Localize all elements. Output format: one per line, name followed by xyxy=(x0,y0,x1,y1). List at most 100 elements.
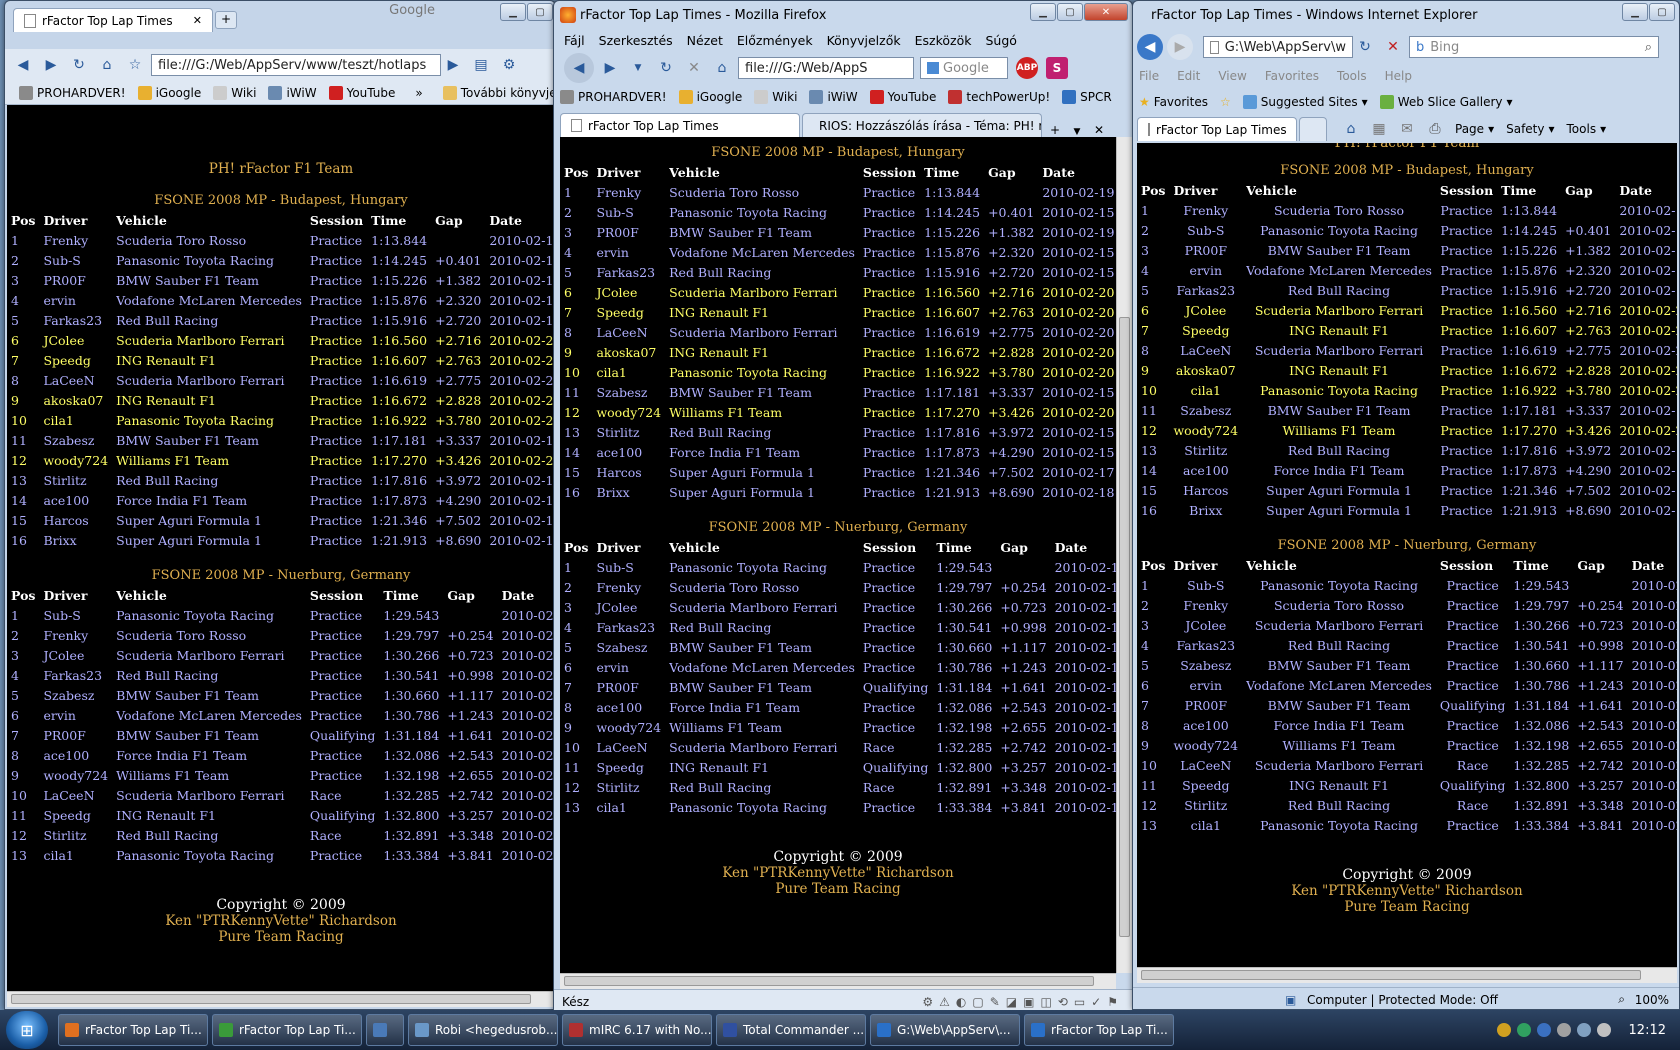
taskbar-button[interactable]: G:\Web\AppServ\... xyxy=(870,1014,1020,1046)
scroll-thumb[interactable] xyxy=(1119,317,1130,937)
taskbar-button[interactable]: rFactor Top Lap Ti... xyxy=(212,1014,362,1046)
tray-icon-4[interactable] xyxy=(1556,1023,1571,1037)
ie-new-tab[interactable] xyxy=(1299,117,1327,141)
menu-file[interactable]: Fájl xyxy=(564,33,585,48)
bookmark-prohardver[interactable]: PROHARDVER! xyxy=(19,85,126,100)
menu-view[interactable]: Nézet xyxy=(687,33,723,48)
firefox-address-bar[interactable]: file:///G:/Web/AppS xyxy=(738,57,914,79)
menu-file[interactable]: File xyxy=(1139,69,1159,83)
new-tab-plus-icon[interactable]: + xyxy=(1044,123,1066,137)
firefox-search-box[interactable]: Google xyxy=(920,57,1008,79)
network-icon[interactable] xyxy=(1576,1023,1591,1037)
maximize-button[interactable]: ▢ xyxy=(527,3,553,21)
feeds-icon[interactable]: ▦ xyxy=(1367,117,1391,141)
stop-icon[interactable]: ✕ xyxy=(1381,35,1405,59)
bookmark-prohardver[interactable]: PROHARDVER! xyxy=(560,90,667,104)
tray-icon-3[interactable] xyxy=(1536,1023,1551,1037)
menu-bookmarks[interactable]: Könyvjelzők xyxy=(827,33,901,48)
menu-edit[interactable]: Szerkesztés xyxy=(599,33,673,48)
bookmark-iwiw[interactable]: iWiW xyxy=(268,85,317,100)
bookmark-wiki[interactable]: Wiki xyxy=(213,85,256,100)
web-slice-gallery[interactable]: Web Slice Gallery ▾ xyxy=(1379,95,1513,109)
print-icon[interactable]: ⎙ xyxy=(1423,117,1447,141)
bookmark-youtube[interactable]: YouTube xyxy=(328,85,395,100)
safety-menu[interactable]: Safety ▾ xyxy=(1506,122,1554,136)
chrome-address-bar[interactable]: file:///G:/Web/AppServ/www/teszt/hotlaps xyxy=(151,54,441,76)
star-icon[interactable]: ☆ xyxy=(123,53,147,77)
bookmark-spcr[interactable]: SPCR xyxy=(1062,90,1112,104)
chrome-tab[interactable]: rFactor Top Lap Times ✕ xyxy=(13,8,213,32)
reload-icon[interactable]: ↻ xyxy=(654,56,678,80)
menu-help[interactable]: Súgó xyxy=(985,33,1016,48)
home-icon[interactable]: ⌂ xyxy=(1339,117,1363,141)
minimize-button[interactable]: ▁ xyxy=(500,3,526,21)
tools-menu-icon[interactable]: ⚙ xyxy=(497,53,521,77)
close-icon[interactable]: ✕ xyxy=(193,14,202,27)
minimize-button[interactable]: ▁ xyxy=(1622,3,1648,21)
forward-icon[interactable]: ▶ xyxy=(1167,34,1193,60)
bookmark-igoogle[interactable]: iGoogle xyxy=(678,90,742,104)
ie-address-bar[interactable]: G:\Web\AppServ\w xyxy=(1203,36,1353,58)
ie-zoom[interactable]: 100% xyxy=(1635,993,1669,1007)
firefox-hscrollbar[interactable] xyxy=(560,973,1116,989)
home-icon[interactable]: ⌂ xyxy=(710,56,734,80)
ie-titlebar[interactable]: rFactor Top Lap Times - Windows Internet… xyxy=(1133,1,1679,29)
history-dropdown-icon[interactable]: ▼ xyxy=(626,56,650,80)
favorites-button[interactable]: ★ Favorites xyxy=(1139,95,1208,109)
firefox-tab-rios[interactable]: RIOS: Hozzászólás írása - Téma: PH! rF..… xyxy=(802,113,1042,137)
home-icon[interactable]: ⌂ xyxy=(95,53,119,77)
volume-icon[interactable] xyxy=(1596,1023,1611,1037)
bookmark-iwiw[interactable]: iWiW xyxy=(809,90,858,104)
search-icon[interactable]: ⌕ xyxy=(1645,40,1652,55)
minimize-button[interactable]: ▁ xyxy=(1030,3,1056,21)
clock[interactable]: 12:12 xyxy=(1629,1023,1666,1038)
menu-favorites[interactable]: Favorites xyxy=(1265,69,1319,83)
stop-icon[interactable]: ✕ xyxy=(682,56,706,80)
ie-search-box[interactable]: b Bing ⌕ xyxy=(1409,36,1659,58)
tray-icon-2[interactable] xyxy=(1516,1023,1531,1037)
firefox-titlebar[interactable]: rFactor Top Lap Times - Mozilla Firefox … xyxy=(554,1,1132,29)
chrome-hscrollbar[interactable] xyxy=(7,991,555,1007)
bookmark-wiki[interactable]: Wiki xyxy=(754,90,797,104)
menu-edit[interactable]: Edit xyxy=(1177,69,1200,83)
scroll-thumb[interactable] xyxy=(564,976,1094,986)
page-menu-icon[interactable]: ▤ xyxy=(469,53,493,77)
start-button[interactable]: ⊞ xyxy=(6,1011,48,1049)
bookmark-youtube[interactable]: YouTube xyxy=(869,90,936,104)
taskbar-button[interactable]: Robi <hegedusrob... xyxy=(408,1014,558,1046)
tools-menu[interactable]: Tools ▾ xyxy=(1567,122,1607,136)
firefox-tab-rfactor[interactable]: rFactor Top Lap Times xyxy=(560,113,800,137)
bookmark-igoogle[interactable]: iGoogle xyxy=(137,85,201,100)
tray-icon-1[interactable] xyxy=(1496,1023,1511,1037)
forward-icon[interactable]: ▶ xyxy=(598,56,622,80)
mail-icon[interactable]: ✉ xyxy=(1395,117,1419,141)
zoom-icon[interactable]: ⌕ xyxy=(1618,992,1625,1007)
taskbar-button[interactable] xyxy=(366,1014,404,1046)
taskbar-button[interactable]: Total Commander ... xyxy=(716,1014,866,1046)
taskbar-button[interactable]: rFactor Top Lap Ti... xyxy=(58,1014,208,1046)
maximize-button[interactable]: ▢ xyxy=(1649,3,1675,21)
close-tab-icon[interactable]: ✕ xyxy=(1088,123,1110,137)
close-button[interactable]: ✕ xyxy=(1084,3,1128,21)
firefox-vscrollbar[interactable] xyxy=(1116,137,1132,973)
other-bookmarks[interactable]: További könyvjelz xyxy=(442,85,555,100)
forward-icon[interactable]: ▶ xyxy=(39,53,63,77)
back-icon[interactable]: ◀ xyxy=(11,53,35,77)
new-tab-button[interactable]: + xyxy=(215,11,237,29)
back-icon[interactable]: ◀ xyxy=(1137,34,1163,60)
ie-hscrollbar[interactable] xyxy=(1137,967,1677,983)
refresh-icon[interactable]: ↻ xyxy=(1353,35,1377,59)
maximize-button[interactable]: ▢ xyxy=(1057,3,1083,21)
go-icon[interactable]: ▶ xyxy=(441,53,465,77)
suggested-sites[interactable]: Suggested Sites ▾ xyxy=(1242,95,1368,109)
menu-view[interactable]: View xyxy=(1218,69,1246,83)
add-favorite-icon[interactable]: ☆ xyxy=(1220,95,1231,109)
menu-history[interactable]: Előzmények xyxy=(737,33,813,48)
page-menu[interactable]: Page ▾ xyxy=(1455,122,1494,136)
extension-s-icon[interactable]: S xyxy=(1046,57,1068,79)
menu-tools[interactable]: Tools xyxy=(1337,69,1367,83)
back-icon[interactable]: ◀ xyxy=(564,53,594,83)
taskbar-button[interactable]: mIRC 6.17 with No... xyxy=(562,1014,712,1046)
bookmark-techpowerup[interactable]: techPowerUp! xyxy=(948,90,1050,104)
menu-tools[interactable]: Eszközök xyxy=(915,33,972,48)
